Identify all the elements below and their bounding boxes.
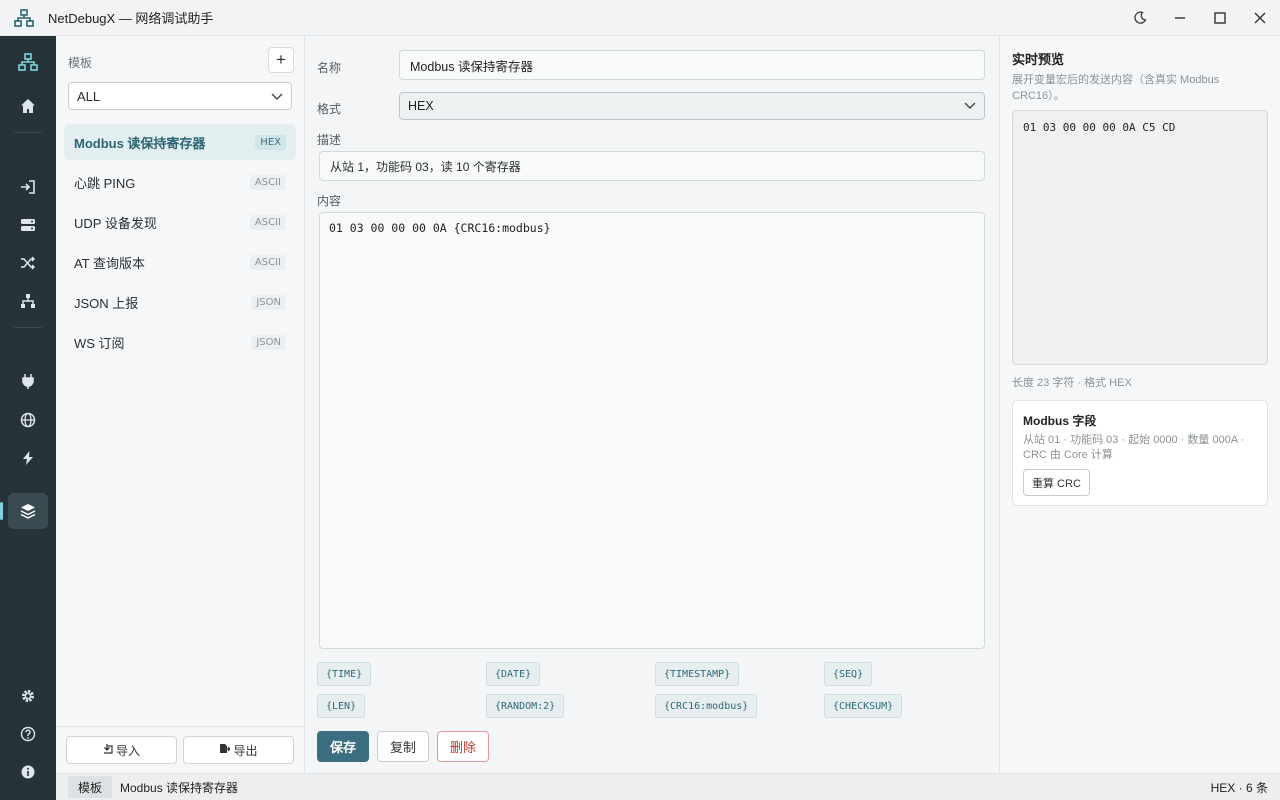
preview-meta: 长度 23 字符 · 格式 HEX <box>1012 377 1132 389</box>
status-section-chip: 模板 <box>68 776 113 798</box>
preview-title: 实时预览 <box>1012 52 1065 67</box>
macro-chip[interactable]: {TIME} <box>317 662 372 686</box>
list-item[interactable]: JSON 上报 JSON <box>64 284 296 320</box>
export-icon <box>219 743 232 757</box>
maximize-button[interactable] <box>1200 0 1240 36</box>
template-list-panel: 模板 + ALL Modbus 读保持寄存器 HEX 心跳 PING ASCII… <box>56 36 305 773</box>
moon-icon[interactable] <box>1120 0 1160 36</box>
topology-icon[interactable] <box>8 44 48 80</box>
template-editor: 名称 Modbus 读保持寄存器 格式 HEX 描述 从站 1，功能码 03，读… <box>305 36 999 773</box>
format-badge: HEX <box>255 134 286 150</box>
shuffle-icon[interactable] <box>8 245 48 281</box>
macro-chip[interactable]: {LEN} <box>317 694 366 718</box>
content-label: 内容 <box>317 194 342 208</box>
preview-output: 01 03 00 00 00 0A C5 CD <box>1012 110 1268 365</box>
globe-icon[interactable] <box>8 402 48 438</box>
export-label: 导出 <box>233 743 258 758</box>
template-name: JSON 上报 <box>74 295 139 311</box>
template-name: Modbus 读保持寄存器 <box>74 135 206 151</box>
preview-panel: 实时预览 展开变量宏后的发送内容（含真实 Modbus CRC16）。 01 0… <box>999 36 1280 773</box>
template-name: UDP 设备发现 <box>74 215 157 231</box>
status-current-template: Modbus 读保持寄存器 <box>120 780 239 795</box>
macro-chip[interactable]: {DATE} <box>486 662 541 686</box>
import-button[interactable]: 导入 <box>66 736 177 764</box>
title-bar: NetDebugX — 网络调试助手 <box>0 0 1280 36</box>
list-item[interactable]: 心跳 PING ASCII <box>64 164 296 200</box>
format-badge: ASCII <box>249 254 286 270</box>
copy-button[interactable]: 复制 <box>377 731 429 762</box>
macro-chip[interactable]: {TIMESTAMP} <box>655 662 740 686</box>
macro-chip[interactable]: {SEQ} <box>824 662 873 686</box>
plug-icon[interactable] <box>8 363 48 399</box>
import-icon <box>103 743 113 757</box>
close-button[interactable] <box>1240 0 1280 36</box>
status-bar: 模板 Modbus 读保持寄存器 HEX · 6 条 <box>56 773 1280 800</box>
panel-heading: 模板 <box>68 56 93 70</box>
modbus-card: Modbus 字段 从站 01 · 功能码 03 · 起始 0000 · 数量 … <box>1012 400 1268 506</box>
description-field[interactable]: 从站 1，功能码 03，读 10 个寄存器 <box>319 151 985 181</box>
format-badge: ASCII <box>249 214 286 230</box>
chevron-down-icon <box>271 89 283 104</box>
filter-value: ALL <box>77 88 101 104</box>
list-item[interactable]: WS 订阅 JSON <box>64 324 296 360</box>
export-button[interactable]: 导出 <box>183 736 294 764</box>
template-name: WS 订阅 <box>74 335 125 351</box>
preview-description: 展开变量宏后的发送内容（含真实 Modbus CRC16）。 <box>1012 74 1220 102</box>
format-badge: ASCII <box>249 174 286 190</box>
login-icon[interactable] <box>8 169 48 205</box>
status-summary: HEX · 6 条 <box>1210 780 1268 795</box>
sitemap-icon[interactable] <box>8 283 48 319</box>
format-label: 格式 <box>317 102 342 116</box>
network-icon <box>0 0 48 36</box>
format-badge: JSON <box>251 334 286 350</box>
card-title: Modbus 字段 <box>1023 414 1097 428</box>
format-select[interactable]: HEX <box>399 92 985 120</box>
save-button[interactable]: 保存 <box>317 731 369 762</box>
gear-icon[interactable] <box>8 678 48 714</box>
macro-chip[interactable]: {RANDOM:2} <box>486 694 565 718</box>
list-item[interactable]: UDP 设备发现 ASCII <box>64 204 296 240</box>
chevron-down-icon <box>964 99 976 113</box>
template-name: AT 查询版本 <box>74 255 146 271</box>
card-text: 从站 01 · 功能码 03 · 起始 0000 · 数量 000A · CRC… <box>1023 434 1245 461</box>
format-badge: JSON <box>251 294 286 310</box>
server-icon[interactable] <box>8 207 48 243</box>
list-footer: 导入 导出 <box>56 726 305 773</box>
description-label: 描述 <box>317 133 342 147</box>
filter-select[interactable]: ALL <box>68 82 292 110</box>
macro-chip[interactable]: {CRC16:modbus} <box>655 694 758 718</box>
template-name: 心跳 PING <box>74 175 136 191</box>
import-label: 导入 <box>115 743 140 758</box>
window-title: NetDebugX — 网络调试助手 <box>48 11 214 26</box>
macro-chip[interactable]: {CHECKSUM} <box>824 694 903 718</box>
nav-rail <box>0 36 56 800</box>
recalc-crc-button[interactable]: 重算 CRC <box>1023 469 1090 496</box>
info-icon[interactable] <box>8 754 48 790</box>
format-value: HEX <box>408 99 434 113</box>
name-field[interactable]: Modbus 读保持寄存器 <box>399 50 985 80</box>
list-item[interactable]: Modbus 读保持寄存器 HEX <box>64 124 296 160</box>
home-icon[interactable] <box>8 88 48 124</box>
minimize-button[interactable] <box>1160 0 1200 36</box>
help-icon[interactable] <box>8 716 48 752</box>
list-item[interactable]: AT 查询版本 ASCII <box>64 244 296 280</box>
add-template-button[interactable]: + <box>268 47 294 73</box>
template-list: Modbus 读保持寄存器 HEX 心跳 PING ASCII UDP 设备发现… <box>64 124 296 364</box>
bolt-icon[interactable] <box>8 440 48 476</box>
layers-icon[interactable] <box>8 493 48 529</box>
delete-button[interactable]: 删除 <box>437 731 489 762</box>
content-textarea[interactable]: 01 03 00 00 00 0A {CRC16:modbus} <box>319 212 985 649</box>
name-label: 名称 <box>317 61 342 75</box>
